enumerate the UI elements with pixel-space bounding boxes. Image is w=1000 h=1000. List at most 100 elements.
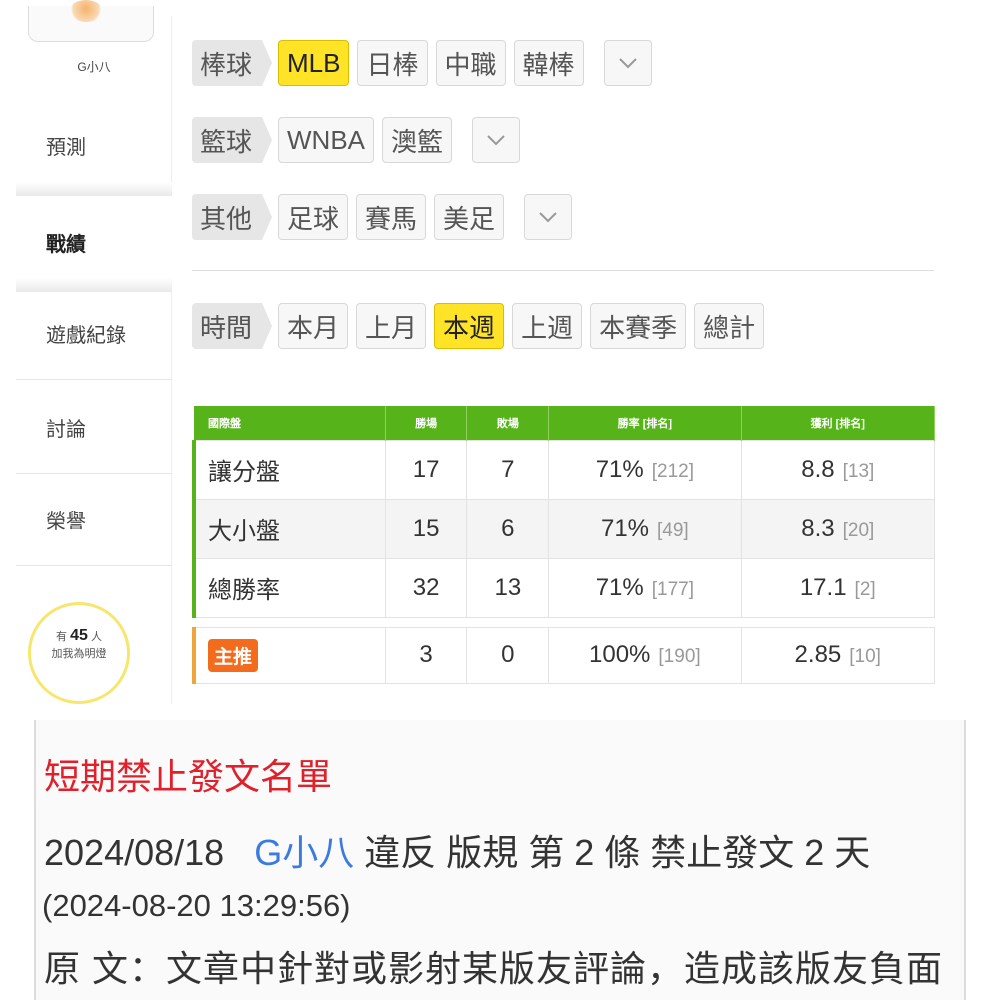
win-count: 3 [384,626,468,684]
chip-nbl[interactable]: 澳籃 [382,117,453,163]
username: G小八 [77,60,111,74]
win-rate: 71% [595,455,644,483]
profit-rank: [10] [849,646,881,667]
sidebar-item-record[interactable]: 戰績 [16,196,172,288]
row-label: 主推 [191,626,386,684]
chip-wnba[interactable]: WNBA [278,117,375,163]
sidebar-item-predict[interactable]: 預測 [16,100,172,192]
table-row: 大小盤 15 6 71% [49] 8.3 [20] [191,498,936,559]
win-count: 15 [384,498,468,559]
win-rate: 100% [589,641,651,668]
filter-category-label: 時間 [192,303,273,349]
profit-cell: 17.1 [2] [740,557,936,618]
record-panel: G小八 預測 戰績 遊戲紀錄 討論 榮譽 有 45 人 加我為明燈 棒球 MLB… [16,0,982,704]
chip-soccer[interactable]: 足球 [278,194,349,240]
chip-npb[interactable]: 日棒 [357,40,428,86]
win-rate-rank: [190] [658,646,701,667]
win-rate: 71% [600,514,650,542]
profit-rank: [2] [854,578,876,600]
sidebar-item-honor[interactable]: 榮譽 [16,474,172,566]
win-count: 32 [384,557,468,618]
featured-badge: 主推 [208,638,259,672]
lose-count: 13 [466,557,550,618]
ban-original-text: 原 文：文章中針對或影射某版友評論，造成該版友負面 [44,948,944,989]
win-rate-cell: 71% [212] [548,439,742,500]
expand-dropdown[interactable] [603,40,652,86]
win-rate-rank: [212] [651,460,694,482]
filter-row-other: 其他 足球 賽馬 美足 [192,192,573,242]
chip-american-football[interactable]: 美足 [434,194,505,240]
win-rate-cell: 71% [177] [548,557,742,618]
sidebar: G小八 預測 戰績 遊戲紀錄 討論 榮譽 有 45 人 加我為明燈 [16,0,172,704]
sidebar-item-label: 遊戲紀錄 [46,325,126,347]
chip-last-week[interactable]: 上週 [512,303,583,349]
profit: 8.3 [801,514,835,542]
table-row: 讓分盤 17 7 71% [212] 8.8 [13] [191,439,936,500]
chevron-down-icon [539,212,557,223]
avatar[interactable] [28,0,154,42]
ban-list-title: 短期禁止發文名單 [44,756,333,797]
sidebar-item-label: 戰績 [46,233,86,256]
filter-row-baseball: 棒球 MLB 日棒 中職 韓棒 [192,38,652,88]
fans-caption: 加我為明燈 [51,648,107,660]
row-label: 大小盤 [191,498,386,559]
profit: 8.8 [801,455,835,483]
column-header: 勝率 [排名] [548,406,742,440]
filter-category-label: 籃球 [192,117,273,163]
fans-suffix: 人 [90,631,102,643]
column-header: 勝場 [385,406,468,440]
chip-horse-racing[interactable]: 賽馬 [356,194,427,240]
sidebar-item-label: 討論 [46,419,86,441]
sidebar-item-game-log[interactable]: 遊戲紀錄 [16,288,172,380]
sidebar-item-discussion[interactable]: 討論 [16,382,172,474]
table-header-row: 國際盤 勝場 敗場 勝率 [排名] 獲利 [排名] [194,406,936,440]
lose-count: 0 [466,626,550,684]
profit: 17.1 [799,573,847,601]
filter-category-label: 其他 [192,194,273,240]
profit-rank: [13] [842,460,875,482]
chip-mlb[interactable]: MLB [278,40,350,86]
ban-rule: 違反 版規 第 2 條 禁止發文 2 天 [364,832,871,873]
chip-this-season[interactable]: 本賽季 [590,303,687,349]
chip-total[interactable]: 總計 [694,303,765,349]
ban-user-link[interactable]: G小八 [254,832,354,873]
filter-row-time: 時間 本月 上月 本週 上週 本賽季 總計 [192,301,772,351]
filter-row-basketball: 籃球 WNBA 澳籃 [192,115,521,165]
lose-count: 7 [466,439,550,500]
ban-timestamp: (2024-08-20 13:29:56) [42,888,351,923]
ban-notice-panel: 短期禁止發文名單 2024/08/18 G小八 違反 版規 第 2 條 禁止發文 2… [34,720,966,1000]
avatar-logo [69,0,103,22]
profit-cell: 2.85 [10] [740,626,936,684]
table-row-featured: 主推 3 0 100% [190] 2.85 [10] [191,626,936,684]
chevron-down-icon [487,135,505,146]
chip-kbo[interactable]: 韓棒 [513,40,584,86]
ban-date: 2024/08/18 [44,832,225,873]
divider [192,270,934,271]
filter-category-label: 棒球 [192,40,273,86]
profit-cell: 8.3 [20] [740,498,936,559]
profit-rank: [20] [842,519,875,541]
stats-table: 國際盤 勝場 敗場 勝率 [排名] 獲利 [排名] 讓分盤 17 7 71% [2… [191,406,936,684]
sidebar-item-label: 榮譽 [46,511,86,533]
expand-dropdown[interactable] [524,194,573,240]
profit-cell: 8.8 [13] [740,439,936,500]
fans-prefix: 有 [56,631,68,643]
ban-entry: 2024/08/18 G小八 違反 版規 第 2 條 禁止發文 2 天 [44,824,870,876]
row-spacer [194,617,935,627]
table-row: 總勝率 32 13 71% [177] 17.1 [2] [191,557,936,618]
win-rate-cell: 71% [49] [548,498,742,559]
profit: 2.85 [794,641,842,668]
chevron-down-icon [618,58,637,69]
chip-this-week[interactable]: 本週 [434,303,505,349]
expand-dropdown[interactable] [472,117,521,163]
fans-badge[interactable]: 有 45 人 加我為明燈 [28,602,130,704]
column-header: 國際盤 [194,406,386,440]
chip-cpbl[interactable]: 中職 [435,40,506,86]
divider [16,182,172,196]
win-count: 17 [384,439,468,500]
win-rate: 71% [595,573,644,601]
row-label: 總勝率 [191,557,386,618]
chip-last-month[interactable]: 上月 [356,303,427,349]
fans-count: 45 [70,627,88,644]
chip-this-month[interactable]: 本月 [278,303,349,349]
